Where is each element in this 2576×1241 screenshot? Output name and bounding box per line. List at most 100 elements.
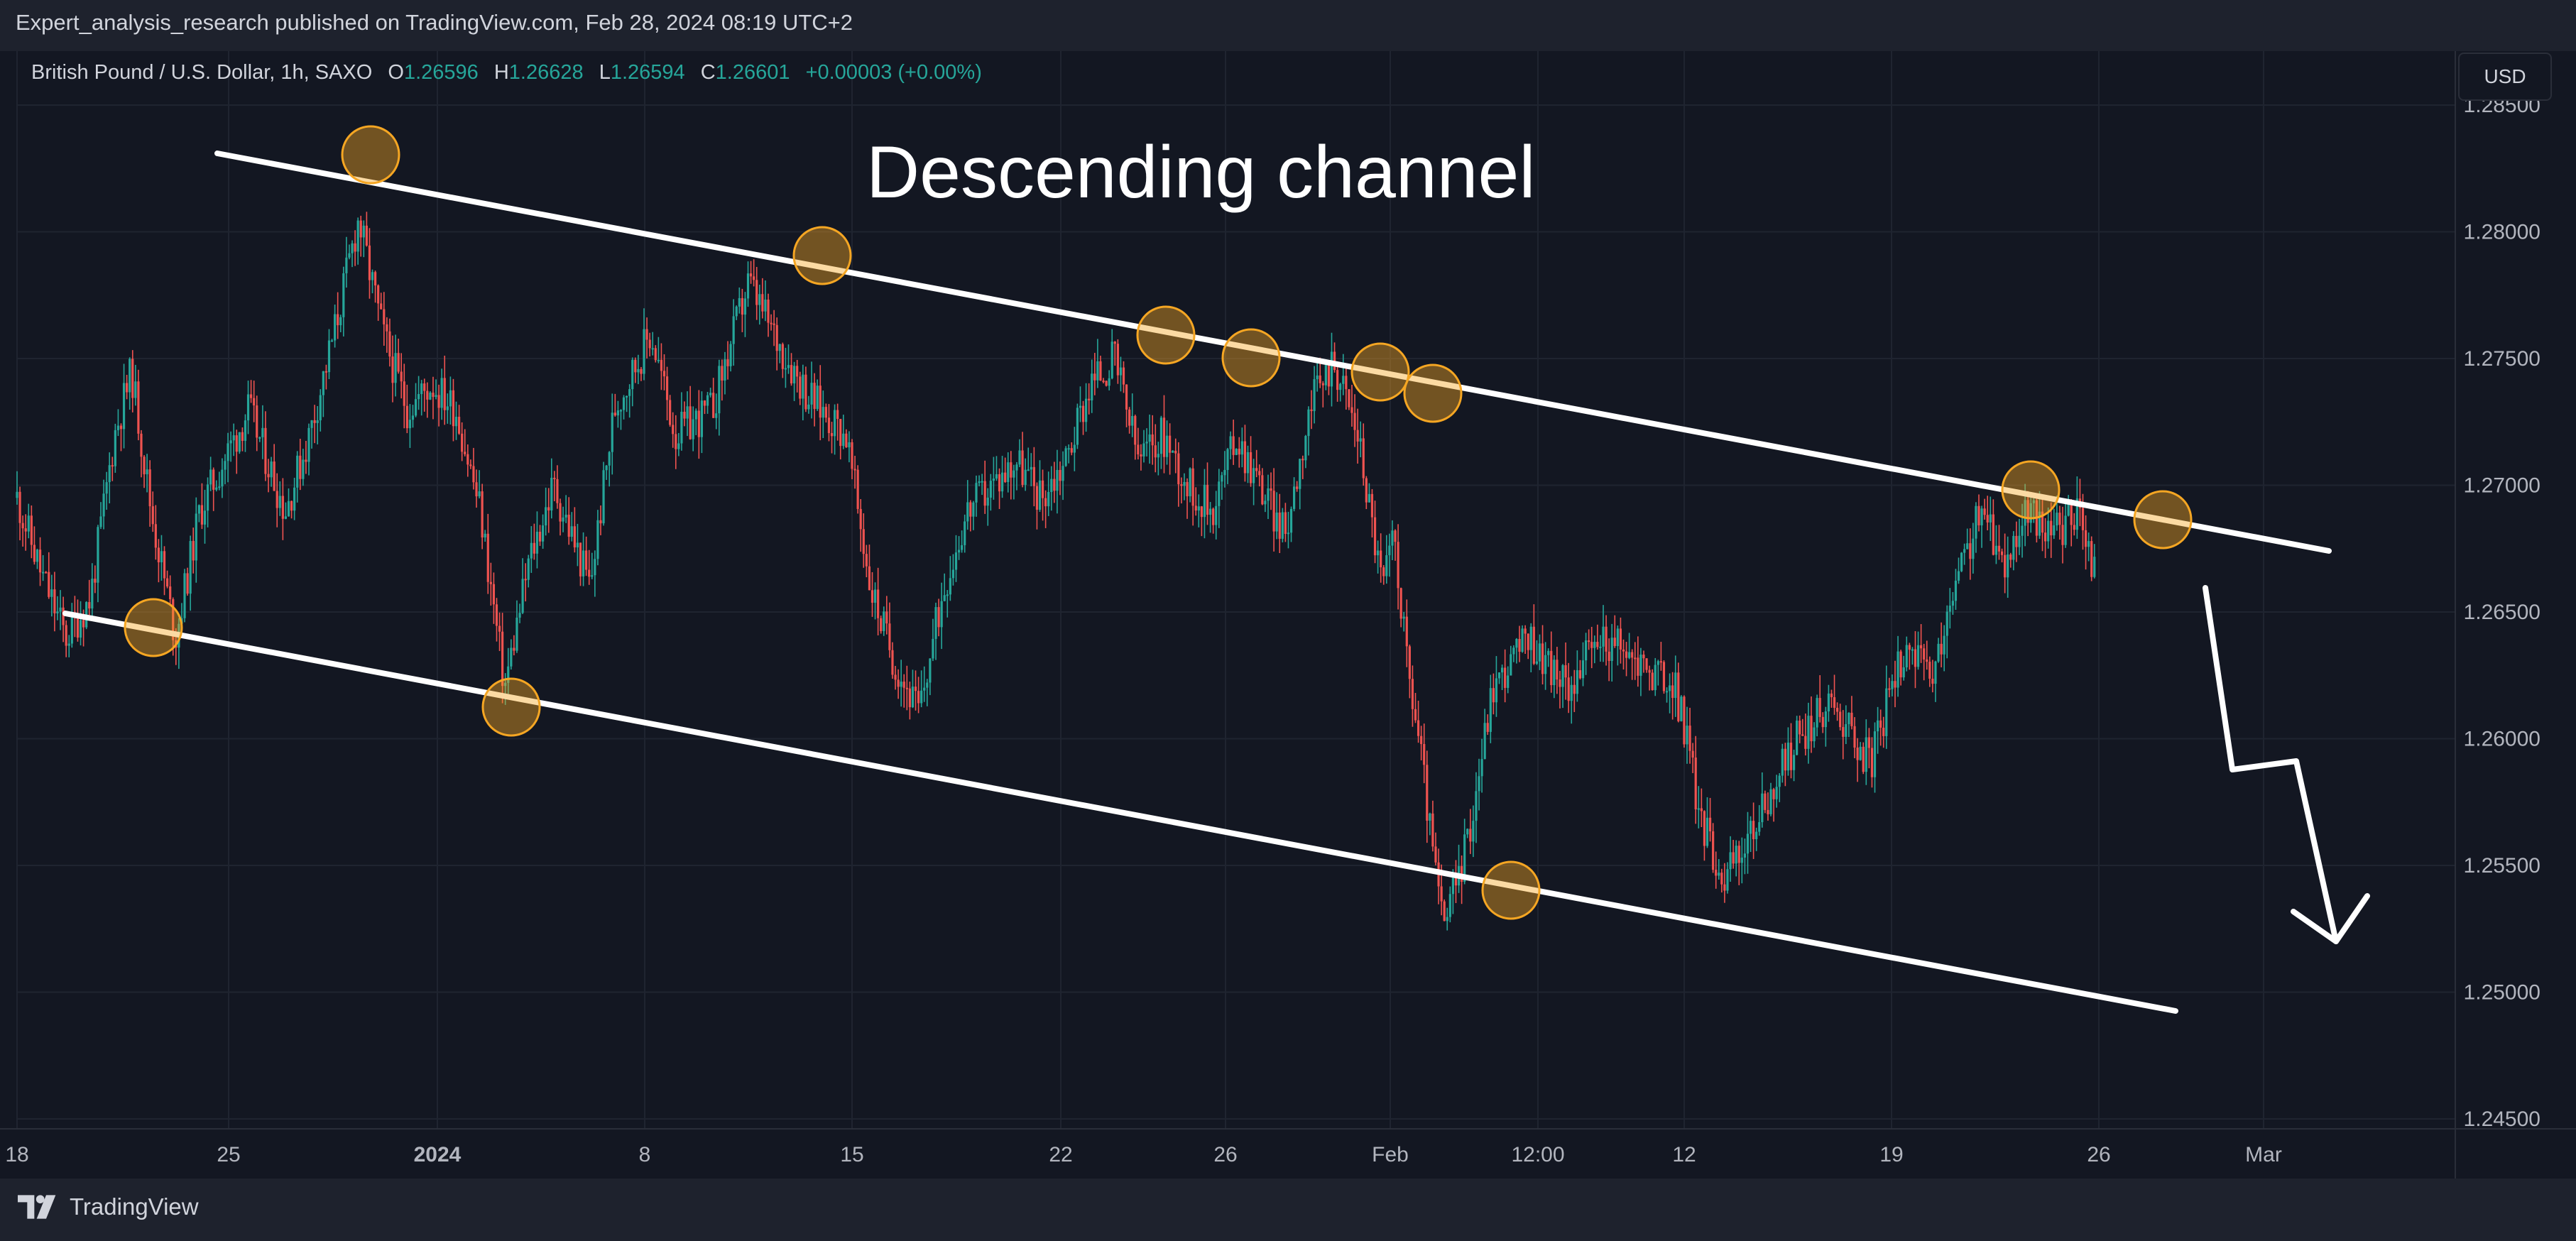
candle-body <box>1994 545 1998 555</box>
price-chart[interactable]: Descending channel 1.285001.280001.27500… <box>0 0 2576 1241</box>
candle-body <box>1535 661 1539 664</box>
touch-marker[interactable] <box>124 598 183 657</box>
touch-marker[interactable] <box>1136 305 1196 365</box>
candle-body <box>1908 645 1911 650</box>
candle-body <box>547 507 550 511</box>
candle-body <box>1345 376 1348 390</box>
candle-body <box>319 395 322 421</box>
candle-body <box>296 455 299 488</box>
symbol-name[interactable]: British Pound / U.S. Dollar, 1h, SAXO <box>31 61 372 84</box>
candle-body <box>1339 383 1342 390</box>
candle-body <box>940 601 943 628</box>
tradingview-logo-icon <box>18 1195 56 1219</box>
candle-body <box>986 497 989 506</box>
drawing-layer <box>62 125 2370 1014</box>
candle-body <box>1324 365 1327 386</box>
candle-body <box>1891 681 1894 689</box>
candle-body <box>692 419 694 439</box>
candle-body <box>1804 736 1807 749</box>
candle-body <box>1027 469 1030 471</box>
candle-body <box>94 579 97 583</box>
candle-body <box>842 433 845 447</box>
candle-body <box>2073 525 2075 530</box>
candle-body <box>1610 638 1613 661</box>
touch-marker[interactable] <box>341 125 400 185</box>
candle-body <box>1665 691 1669 693</box>
candle-body <box>97 527 99 583</box>
candle-body <box>1451 875 1455 895</box>
candle-body <box>102 493 105 517</box>
touch-marker[interactable] <box>2133 490 2193 550</box>
candle-body <box>1628 652 1631 658</box>
candle-body <box>530 542 533 559</box>
candle-body <box>1289 508 1293 533</box>
candle-body <box>631 359 634 390</box>
candle-body <box>327 340 331 373</box>
candle-body <box>2043 532 2047 542</box>
candle-body <box>2021 525 2024 536</box>
candle-body <box>1948 606 1951 612</box>
touch-marker[interactable] <box>1221 328 1281 388</box>
candle-body <box>452 390 455 427</box>
time-axis[interactable]: 18 25 2024 8 15 22 26 Feb 12:00 12 19 26 Mar <box>0 1128 2576 1166</box>
candle-body <box>957 550 961 553</box>
candle-body <box>137 381 140 434</box>
candle-body <box>697 410 700 437</box>
touch-marker[interactable] <box>2001 460 2061 520</box>
candle-body <box>1975 505 1977 539</box>
candle-body <box>675 434 677 449</box>
candle-body <box>116 425 120 430</box>
currency-button[interactable]: USD <box>2458 53 2552 101</box>
candle-body <box>1105 381 1108 386</box>
candle-body <box>914 687 917 691</box>
candle-body <box>1969 543 1972 559</box>
candle-body <box>1278 512 1281 539</box>
candle-body <box>290 501 293 511</box>
candle-body <box>429 393 432 400</box>
candle-body <box>1377 550 1380 556</box>
candle-body <box>486 533 489 582</box>
candle-body <box>978 481 981 483</box>
candle-body <box>1527 633 1529 650</box>
touch-marker[interactable] <box>792 226 852 285</box>
candle-body <box>1099 361 1102 381</box>
candle-body <box>2004 554 2007 578</box>
candle-body <box>1792 755 1796 770</box>
candle-body <box>594 559 596 576</box>
channel-lower-line[interactable] <box>62 611 2178 1014</box>
candle-body <box>316 420 319 423</box>
candle-body <box>1189 468 1191 497</box>
candle-body <box>1134 415 1137 445</box>
candle-body <box>2015 535 2018 547</box>
candle-body <box>16 491 18 498</box>
candle-body <box>827 417 831 433</box>
candle-body <box>1229 436 1232 449</box>
price-axis[interactable]: 1.285001.280001.275001.270001.265001.260… <box>2455 51 2540 1179</box>
candle-body <box>1362 438 1365 479</box>
candle-body <box>1122 367 1125 385</box>
tradingview-brand[interactable]: TradingView <box>17 1193 199 1221</box>
candle-body <box>556 479 559 503</box>
candle-body <box>192 540 195 561</box>
candle-body <box>215 487 218 490</box>
touch-marker[interactable] <box>481 677 541 737</box>
touch-marker[interactable] <box>1403 363 1463 423</box>
candle-body <box>1321 383 1324 386</box>
candle-body <box>435 395 437 398</box>
candle-body <box>371 272 374 280</box>
touch-marker[interactable] <box>1481 860 1541 920</box>
candle-body <box>1894 681 1896 688</box>
candle-body <box>605 465 608 471</box>
time-tick-label: 12:00 <box>1511 1143 1564 1166</box>
projection-arrow[interactable] <box>2203 585 2339 944</box>
candle-body <box>654 348 657 361</box>
candle-body <box>1414 709 1417 721</box>
candle-body <box>79 620 82 638</box>
candle-body <box>1448 894 1451 917</box>
touch-marker[interactable] <box>1350 342 1410 402</box>
candle-body <box>221 469 224 487</box>
candle-body <box>683 411 686 419</box>
candle-body <box>2018 535 2021 547</box>
candle-body <box>1489 688 1492 732</box>
candle-body <box>1492 688 1495 703</box>
